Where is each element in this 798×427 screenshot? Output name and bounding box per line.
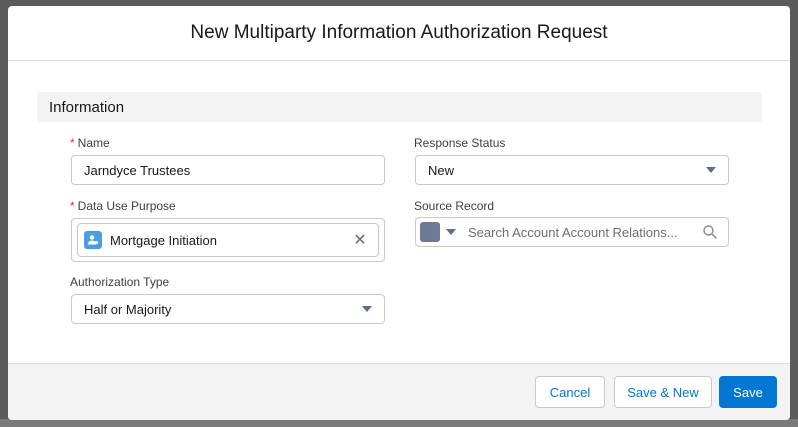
- required-marker: *: [70, 199, 75, 213]
- save-button[interactable]: Save: [719, 376, 777, 408]
- modal-title: New Multiparty Information Authorization…: [190, 22, 608, 43]
- selected-pill[interactable]: Mortgage Initiation ✕: [77, 223, 379, 257]
- data-use-purpose-lookup: Mortgage Initiation ✕: [71, 218, 385, 262]
- modal-footer: Cancel Save & New Save: [8, 363, 790, 420]
- authorization-type-value: Half or Majority: [84, 301, 172, 317]
- authorization-type-label-text: Authorization Type: [70, 275, 170, 289]
- new-record-modal: New Multiparty Information Authorization…: [8, 6, 790, 420]
- name-input[interactable]: Jarndyce Trustees: [71, 155, 385, 185]
- section-header-information[interactable]: Information: [37, 92, 762, 122]
- name-label-text: Name: [77, 136, 110, 150]
- chevron-down-icon: [362, 306, 372, 312]
- modal-body: Information * Name Jarndyce Trustees * Dat…: [8, 61, 790, 366]
- source-record-lookup: Search Account Account Relations...: [415, 217, 729, 247]
- save-and-new-button[interactable]: Save & New: [614, 376, 712, 408]
- source-record-label: Source Record: [414, 199, 494, 213]
- response-status-value: New: [428, 162, 455, 178]
- response-status-label-text: Response Status: [414, 136, 506, 150]
- response-status-select[interactable]: New: [415, 155, 729, 185]
- source-record-label-text: Source Record: [414, 199, 495, 213]
- chevron-down-icon: [706, 167, 716, 173]
- data-use-purpose-label: * Data Use Purpose: [70, 199, 176, 213]
- data-use-purpose-label-text: Data Use Purpose: [77, 199, 176, 213]
- object-type-icon[interactable]: [420, 222, 440, 242]
- modal-header: New Multiparty Information Authorization…: [8, 6, 790, 61]
- section-title: Information: [49, 98, 125, 116]
- close-icon[interactable]: ✕: [350, 230, 370, 250]
- selected-pill-label: Mortgage Initiation: [110, 232, 217, 248]
- modal-backdrop: [0, 419, 798, 427]
- search-icon: [703, 225, 717, 239]
- data-use-purpose-icon: [84, 231, 102, 249]
- response-status-label: Response Status: [414, 136, 505, 150]
- authorization-type-label: Authorization Type: [70, 275, 169, 289]
- object-type-dropdown-icon[interactable]: [446, 229, 456, 235]
- name-label: * Name: [70, 136, 110, 150]
- required-marker: *: [70, 136, 75, 150]
- authorization-type-select[interactable]: Half or Majority: [71, 294, 385, 324]
- source-record-search-input[interactable]: Search Account Account Relations...: [468, 225, 702, 240]
- name-value: Jarndyce Trustees: [84, 162, 191, 178]
- cancel-button[interactable]: Cancel: [535, 376, 605, 408]
